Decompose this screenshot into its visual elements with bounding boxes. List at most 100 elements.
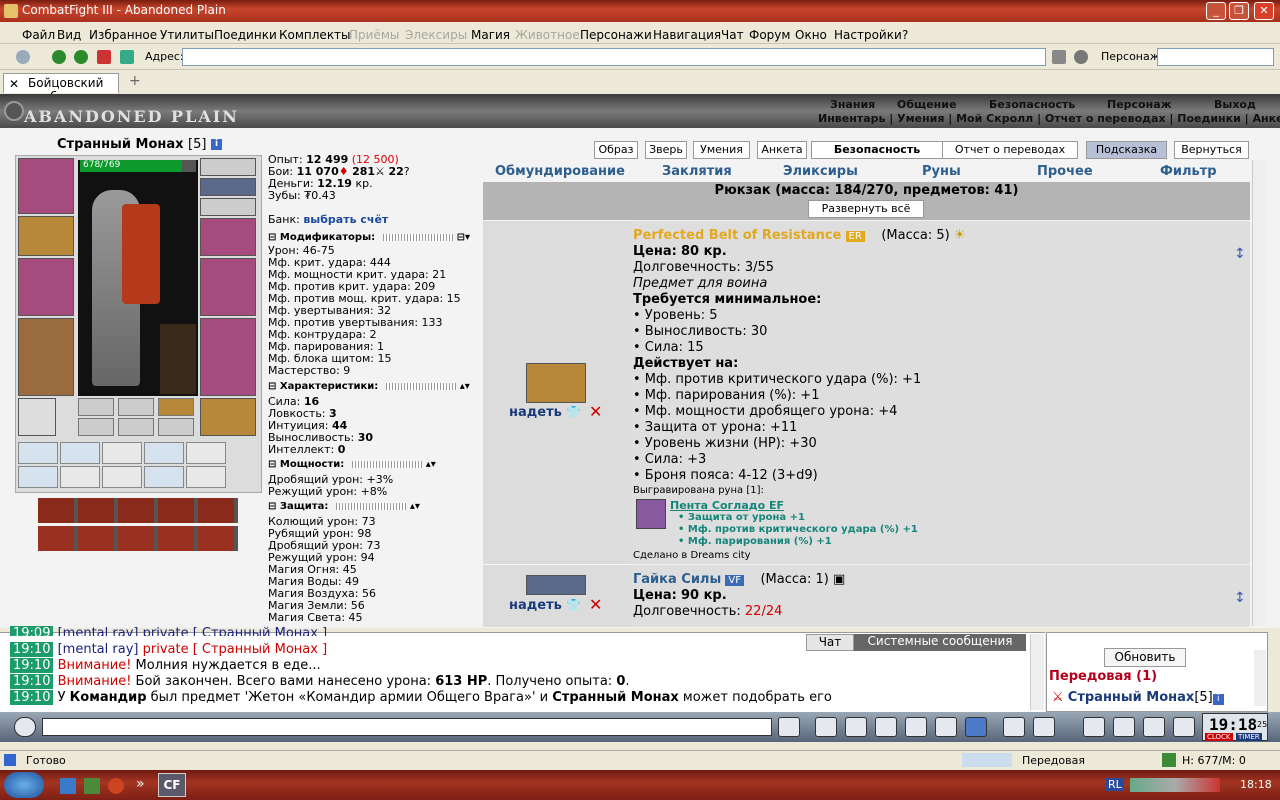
expand-all-button[interactable]: Развернуть всё <box>808 200 924 218</box>
close-tab-icon[interactable]: ✕ <box>9 77 19 91</box>
send-icon[interactable] <box>778 717 800 737</box>
timer-label[interactable]: TIMER <box>1236 733 1262 741</box>
modifiers-header[interactable]: ⊟ Модификаторы: ⊟▾ <box>268 232 478 243</box>
smiley-icon[interactable] <box>1003 717 1025 737</box>
menu-item[interactable]: Чат <box>717 25 748 42</box>
player-entry[interactable]: ⚔ Странный Монах[5] i <box>1052 690 1224 705</box>
character-select[interactable] <box>1157 48 1274 66</box>
clear-icon[interactable] <box>1052 50 1066 64</box>
menu-item[interactable]: Настройки <box>830 25 906 42</box>
address-input[interactable] <box>182 48 1046 66</box>
settings-icon[interactable] <box>1074 50 1088 64</box>
nav-1[interactable]: Общение <box>886 98 967 111</box>
category-3[interactable]: Руны <box>922 164 961 179</box>
translit-icon[interactable] <box>935 717 957 737</box>
maximize-button[interactable]: ❐ <box>1229 2 1249 20</box>
refresh-icon[interactable] <box>120 50 134 64</box>
scroll-arrow-icon[interactable]: ↕ <box>1234 590 1246 606</box>
drop-icon[interactable]: ✕ <box>589 595 602 614</box>
skills-icon[interactable] <box>1113 717 1135 737</box>
top-button-0[interactable]: Образ <box>594 141 638 159</box>
category-4[interactable]: Прочее <box>1037 164 1093 179</box>
menu-item[interactable]: Утилиты <box>156 25 218 42</box>
helmet-slot[interactable] <box>18 158 74 214</box>
category-0[interactable]: Обмундирование <box>495 164 625 179</box>
rune-slot-6[interactable] <box>158 418 194 436</box>
shirt-icon[interactable]: 👕 <box>566 598 581 612</box>
potion-icon[interactable] <box>1083 717 1105 737</box>
category-5[interactable]: Фильтр <box>1160 164 1217 179</box>
amulet-slot[interactable] <box>200 178 256 196</box>
scroll-arrow-icon[interactable]: ↕ <box>1234 246 1246 262</box>
top-button-3[interactable]: Анкета <box>757 141 807 159</box>
skills-row-2[interactable] <box>38 526 238 551</box>
wear-link-2[interactable]: надеть <box>509 598 562 613</box>
rune-slot-1[interactable] <box>78 398 114 416</box>
skills-row-1[interactable] <box>38 498 238 523</box>
scroll-slot[interactable] <box>144 442 184 464</box>
taskbar-app[interactable]: CF <box>158 773 186 797</box>
scroll-slot[interactable] <box>60 466 100 488</box>
earrings-slot[interactable] <box>200 158 256 176</box>
inventory-scrollbar[interactable] <box>1252 160 1266 626</box>
shirt-icon[interactable]: 👕 <box>566 405 581 419</box>
power-header[interactable]: ⊟ Мощности: ▴▾ <box>268 459 478 470</box>
belt-item-image[interactable] <box>526 363 586 403</box>
rune-name-link[interactable]: Пента Согладо EF <box>670 499 784 512</box>
ie-icon[interactable] <box>60 778 76 794</box>
new-tab-icon[interactable]: + <box>129 73 141 89</box>
menu-item[interactable]: Персонажи <box>576 25 656 42</box>
menu-item[interactable]: Окно <box>791 25 831 42</box>
tab-fight-club[interactable]: ✕ Бойцовский клуб <box>3 73 119 104</box>
menu-item[interactable]: Вид <box>53 25 85 42</box>
category-1[interactable]: Заклятия <box>662 164 732 179</box>
start-button[interactable] <box>4 772 44 798</box>
scroll-slot[interactable] <box>186 442 226 464</box>
scroll-slot[interactable] <box>60 442 100 464</box>
rune-slot-4[interactable] <box>78 418 114 436</box>
refresh-button[interactable]: Обновить <box>1104 648 1186 667</box>
status-icons[interactable] <box>962 753 1012 767</box>
info-icon[interactable]: i <box>1212 694 1224 705</box>
defense-header[interactable]: ⊟ Защита: ▴▾ <box>268 501 478 512</box>
top-button-5[interactable]: Отчет о переводах <box>942 141 1078 159</box>
menu-item[interactable]: Магия <box>467 25 514 42</box>
chat-input[interactable] <box>42 718 772 736</box>
filter-icon[interactable] <box>845 717 867 737</box>
nav-2[interactable]: Безопасность <box>978 98 1086 111</box>
menu-item[interactable]: Поединки <box>210 25 281 42</box>
chat-tab-chat[interactable]: Чат <box>806 634 854 651</box>
scroll-slot[interactable] <box>18 442 58 464</box>
exit-icon[interactable] <box>1173 717 1195 737</box>
close-window-button[interactable]: ✕ <box>1254 2 1274 20</box>
weapon-slot[interactable] <box>18 258 74 316</box>
stop-icon[interactable] <box>97 50 111 64</box>
nav-4[interactable]: Выход <box>1203 98 1267 111</box>
belt-slot[interactable] <box>18 398 56 436</box>
fight-icon[interactable] <box>905 717 927 737</box>
chat-tab-system[interactable]: Системные сообщения <box>854 634 1026 651</box>
rune-slot-2[interactable] <box>118 398 154 416</box>
opera-icon[interactable] <box>108 778 124 794</box>
shield-slot[interactable] <box>200 258 256 316</box>
armor-slot[interactable] <box>18 318 74 396</box>
pet-image[interactable] <box>160 324 196 394</box>
menu-item[interactable]: Избранное <box>85 25 161 42</box>
bank-link[interactable]: выбрать счёт <box>303 213 388 226</box>
top-button-6[interactable]: Подсказка <box>1086 141 1167 159</box>
nut-item-image[interactable] <box>526 575 586 595</box>
menu-item[interactable]: Навигация <box>649 25 725 42</box>
drop-icon[interactable]: ✕ <box>589 402 602 421</box>
clock-label[interactable]: CLOCK <box>1205 733 1233 741</box>
mask-icon[interactable] <box>1033 717 1055 737</box>
eraser-icon[interactable] <box>815 717 837 737</box>
pin-icon[interactable] <box>16 50 30 64</box>
location-scrollbar[interactable] <box>1254 650 1266 706</box>
legs-slot[interactable] <box>200 318 256 396</box>
nav-bottom[interactable]: Инвентарь | Умения | Мой Скролл | Отчет … <box>818 112 1280 125</box>
scroll-slot[interactable] <box>186 466 226 488</box>
scroll-slot[interactable] <box>144 466 184 488</box>
chat-scrollbar[interactable] <box>1030 634 1044 710</box>
nav-3[interactable]: Персонаж <box>1096 98 1183 111</box>
bracers-slot[interactable] <box>18 216 74 256</box>
